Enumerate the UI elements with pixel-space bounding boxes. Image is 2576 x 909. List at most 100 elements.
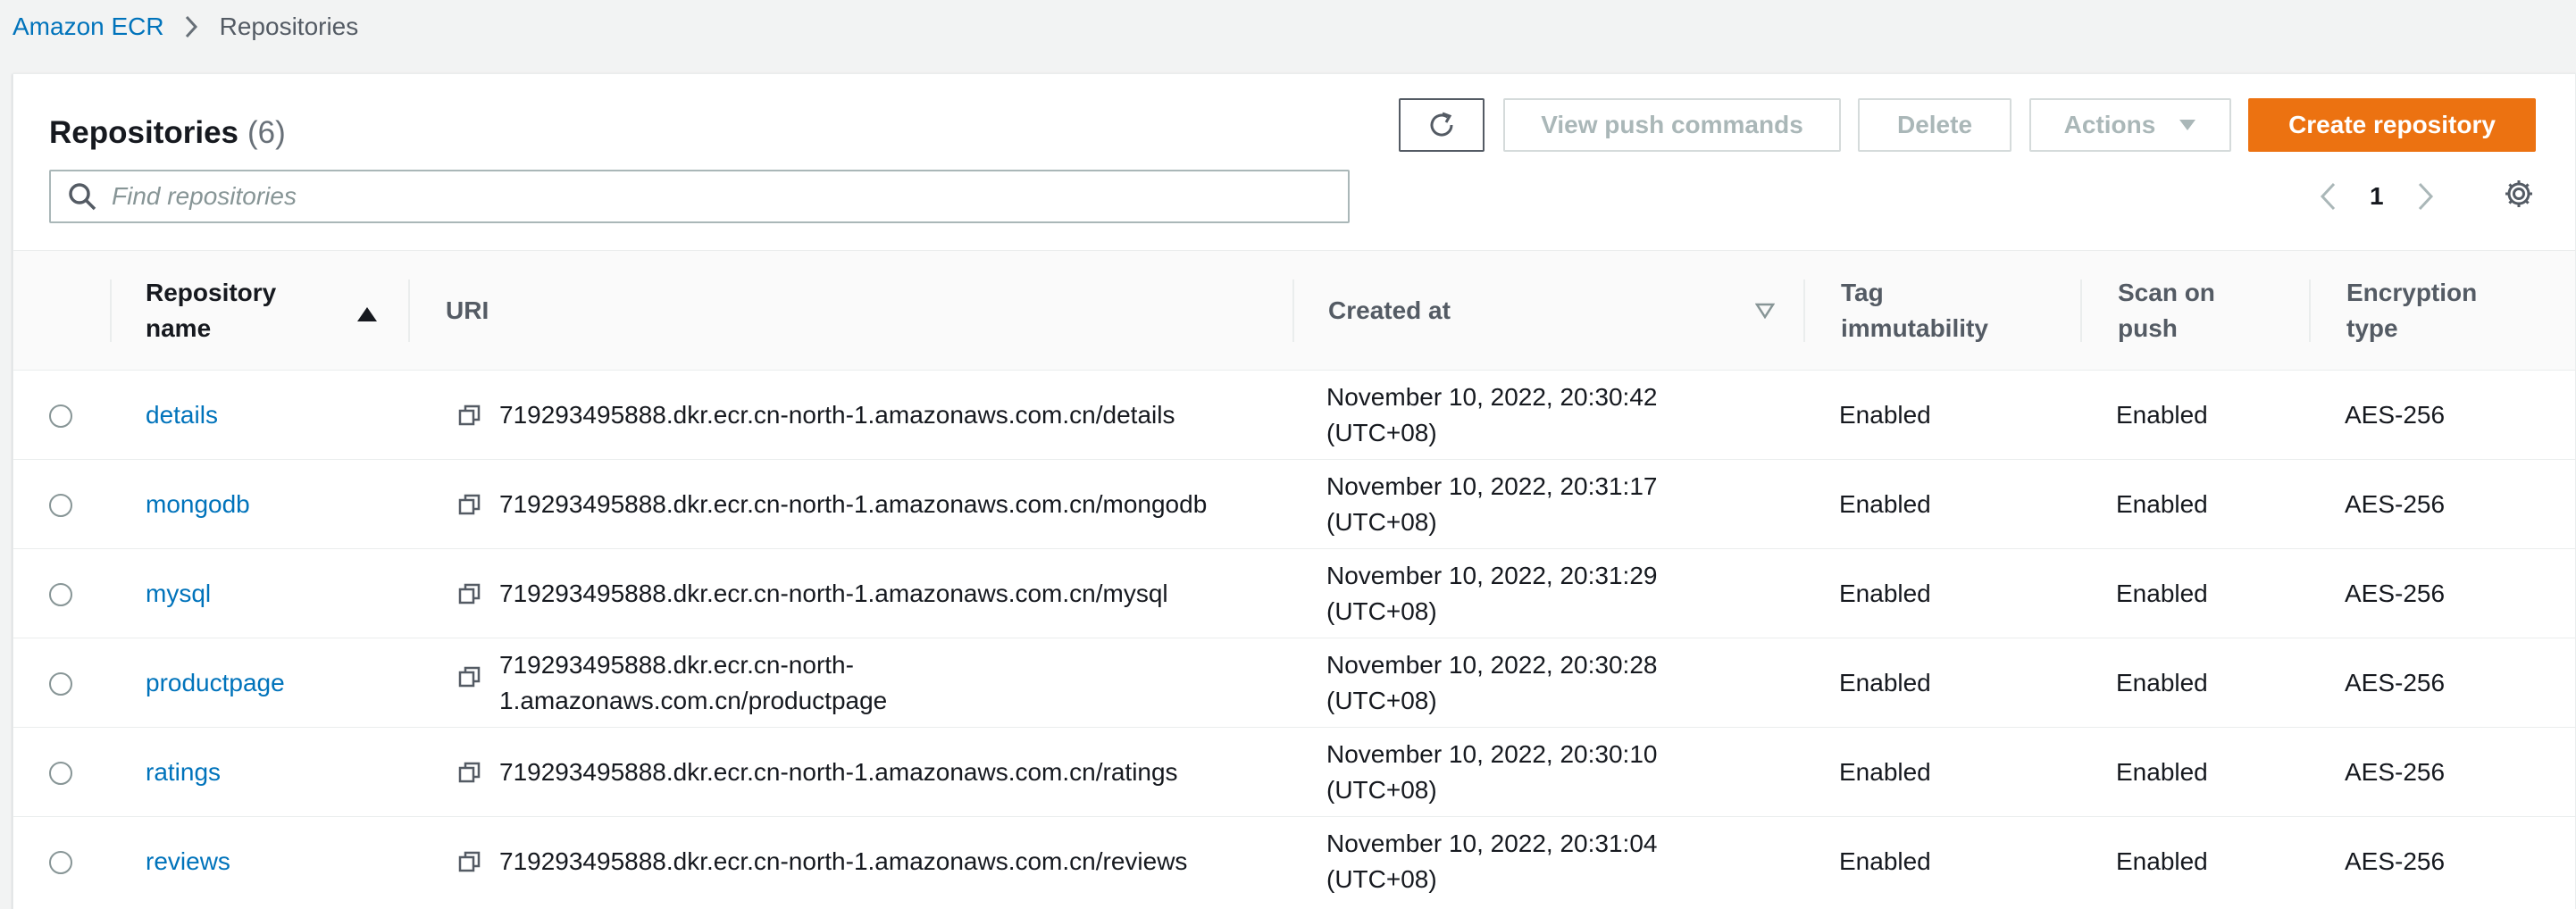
repository-name-link[interactable]: details xyxy=(146,397,218,433)
repository-name-link[interactable]: mysql xyxy=(146,576,211,612)
created-at-cell: November 10, 2022, 20:31:17 (UTC+08) xyxy=(1326,460,1791,549)
uri-cell: 719293495888.dkr.ecr.cn-north-1.amazonaw… xyxy=(458,371,1280,460)
panel-header: Repositories (6) View push commands Dele… xyxy=(13,74,2575,251)
created-at-timezone: (UTC+08) xyxy=(1326,508,1437,536)
repository-name-link[interactable]: productpage xyxy=(146,665,285,701)
scan-on-push-value: Enabled xyxy=(2116,669,2208,696)
column-header-text: Tag xyxy=(1841,279,1884,306)
actions-dropdown-button[interactable]: Actions xyxy=(2029,98,2231,152)
tag-immutability-value: Enabled xyxy=(1839,490,1931,518)
copy-icon[interactable] xyxy=(458,493,481,516)
actions-label: Actions xyxy=(2063,111,2156,138)
encryption-type-value: AES-256 xyxy=(2345,669,2446,696)
table-header: Repository name URI Created at Tag immutab… xyxy=(13,251,2575,371)
created-at-cell: November 10, 2022, 20:31:04 (UTC+08) xyxy=(1326,817,1791,906)
repository-name-link[interactable]: ratings xyxy=(146,755,221,790)
repository-count: (6) xyxy=(247,115,286,150)
encryption-type-value: AES-256 xyxy=(2345,490,2446,518)
repository-name-link[interactable]: reviews xyxy=(146,844,230,880)
next-page-icon[interactable] xyxy=(2416,181,2436,212)
delete-button[interactable]: Delete xyxy=(1858,98,2011,152)
row-select-radio[interactable] xyxy=(49,762,72,785)
created-at-timezone: (UTC+08) xyxy=(1326,687,1437,714)
column-header-text: immutability xyxy=(1841,314,1988,342)
breadcrumb-amazon-ecr-link[interactable]: Amazon ECR xyxy=(13,13,164,41)
column-divider xyxy=(1292,279,1294,342)
column-header-tag-immutability[interactable]: Tag immutability xyxy=(1841,251,2073,371)
view-push-commands-button[interactable]: View push commands xyxy=(1503,98,1841,152)
copy-icon[interactable] xyxy=(458,761,481,784)
column-header-text: Created at xyxy=(1328,296,1451,324)
column-header-scan-on-push[interactable]: Scan on push xyxy=(2118,251,2296,371)
scan-on-push-value: Enabled xyxy=(2116,758,2208,786)
uri-cell: 719293495888.dkr.ecr.cn-north-1.amazonaw… xyxy=(458,817,1280,906)
created-at-text: November 10, 2022, 20:30:28 xyxy=(1326,651,1658,679)
tag-immutability-value: Enabled xyxy=(1839,847,1931,875)
pagination: 1 xyxy=(2318,174,2436,219)
table-row[interactable]: details 719293495888.dkr.ecr.cn-north-1.… xyxy=(13,371,2575,460)
column-header-text: type xyxy=(2346,314,2398,342)
column-header-encryption-type[interactable]: Encryption type xyxy=(2346,251,2543,371)
created-at-timezone: (UTC+08) xyxy=(1326,865,1437,893)
created-at-cell: November 10, 2022, 20:30:28 (UTC+08) xyxy=(1326,638,1791,728)
table-row[interactable]: ratings 719293495888.dkr.ecr.cn-north-1.… xyxy=(13,728,2575,817)
created-at-text: November 10, 2022, 20:31:17 xyxy=(1326,472,1658,500)
sort-descending-icon[interactable] xyxy=(1755,303,1775,319)
uri-cell: 719293495888.dkr.ecr.cn-north-1.amazonaw… xyxy=(458,728,1280,817)
uri-text: 719293495888.dkr.ecr.cn-north-1.amazonaw… xyxy=(499,401,1175,429)
created-at-text: November 10, 2022, 20:30:10 xyxy=(1326,740,1658,768)
refresh-button[interactable] xyxy=(1399,98,1485,152)
copy-icon[interactable] xyxy=(458,665,481,688)
search-icon xyxy=(67,181,97,212)
table-row[interactable]: mongodb 719293495888.dkr.ecr.cn-north-1.… xyxy=(13,460,2575,549)
current-page-number[interactable]: 1 xyxy=(2370,182,2384,211)
uri-text: 719293495888.dkr.ecr.cn-north-1.amazonaw… xyxy=(499,847,1188,875)
repositories-panel: Repositories (6) View push commands Dele… xyxy=(13,73,2576,909)
sort-ascending-icon[interactable] xyxy=(356,306,378,322)
uri-text: 719293495888.dkr.ecr.cn-north-1.amazonaw… xyxy=(499,490,1208,518)
column-header-created-at[interactable]: Created at xyxy=(1328,251,1775,371)
encryption-type-value: AES-256 xyxy=(2345,847,2446,875)
create-repository-button[interactable]: Create repository xyxy=(2248,98,2536,152)
created-at-timezone: (UTC+08) xyxy=(1326,597,1437,625)
column-header-text: name xyxy=(146,314,212,342)
uri-cell: 719293495888.dkr.ecr.cn-north-1.amazonaw… xyxy=(458,460,1280,549)
column-divider xyxy=(2080,279,2082,342)
column-header-repository-name[interactable]: Repository name xyxy=(146,251,378,371)
created-at-timezone: (UTC+08) xyxy=(1326,776,1437,804)
column-header-uri[interactable]: URI xyxy=(446,251,1250,371)
previous-page-icon[interactable] xyxy=(2318,181,2338,212)
column-divider xyxy=(110,279,112,342)
breadcrumb: Amazon ECR Repositories xyxy=(13,9,358,45)
column-header-text: push xyxy=(2118,314,2178,342)
copy-icon[interactable] xyxy=(458,582,481,605)
row-select-radio[interactable] xyxy=(49,851,72,874)
table-row[interactable]: mysql 719293495888.dkr.ecr.cn-north-1.am… xyxy=(13,549,2575,638)
table-row[interactable]: productpage 719293495888.dkr.ecr.cn-nort… xyxy=(13,638,2575,728)
row-select-radio[interactable] xyxy=(49,583,72,606)
encryption-type-value: AES-256 xyxy=(2345,758,2446,786)
row-select-radio[interactable] xyxy=(49,404,72,428)
page-title: Repositories (6) xyxy=(49,106,286,160)
tag-immutability-value: Enabled xyxy=(1839,758,1931,786)
repository-name-link[interactable]: mongodb xyxy=(146,487,250,522)
created-at-text: November 10, 2022, 20:31:29 xyxy=(1326,562,1658,589)
column-header-text: Repository xyxy=(146,279,277,306)
column-divider xyxy=(408,279,410,342)
created-at-cell: November 10, 2022, 20:31:29 (UTC+08) xyxy=(1326,549,1791,638)
uri-cell: 719293495888.dkr.ecr.cn-north-1.amazonaw… xyxy=(458,549,1280,638)
column-header-text: Encryption xyxy=(2346,279,2478,306)
column-divider xyxy=(1803,279,1805,342)
scan-on-push-value: Enabled xyxy=(2116,401,2208,429)
search-input[interactable] xyxy=(112,171,1348,221)
tag-immutability-value: Enabled xyxy=(1839,669,1931,696)
copy-icon[interactable] xyxy=(458,404,481,427)
created-at-text: November 10, 2022, 20:30:42 xyxy=(1326,383,1658,411)
scan-on-push-value: Enabled xyxy=(2116,847,2208,875)
row-select-radio[interactable] xyxy=(49,494,72,517)
gear-icon[interactable] xyxy=(2503,178,2535,210)
copy-icon[interactable] xyxy=(458,850,481,873)
table-row[interactable]: reviews 719293495888.dkr.ecr.cn-north-1.… xyxy=(13,817,2575,906)
created-at-cell: November 10, 2022, 20:30:42 (UTC+08) xyxy=(1326,371,1791,460)
row-select-radio[interactable] xyxy=(49,672,72,696)
